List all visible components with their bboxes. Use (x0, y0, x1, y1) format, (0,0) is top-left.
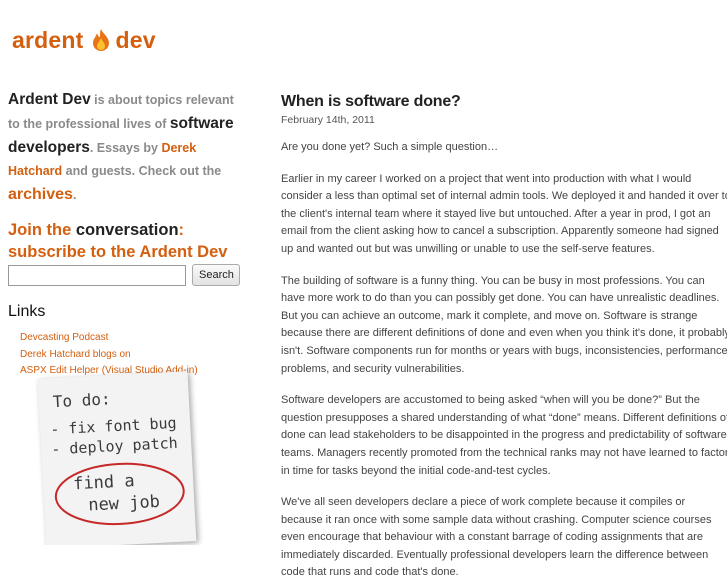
paragraph-line: because there are different definitions … (281, 327, 727, 340)
paragraph-line: question presupposes a shared understand… (281, 411, 727, 424)
site-logo[interactable]: ardent dev (12, 27, 156, 53)
todo-note: To do: - fix font bug - deploy patch fin… (37, 371, 197, 545)
post-paragraph-1: Earlier in my career I worked on a proje… (281, 171, 727, 259)
post-paragraph-3: Software developers are accustomed to be… (281, 392, 727, 480)
paragraph-line: isn't. Software components run for month… (281, 344, 727, 357)
todo-note-image: To do: - fix font bug - deploy patch fin… (30, 365, 223, 545)
sidebar: Ardent Dev is about topics relevant to t… (8, 88, 243, 285)
link-item: Derek Hatchard blogs on (20, 347, 198, 364)
search-form: Search (8, 264, 240, 286)
paragraph-line: problems, and security vulnerabilities. (281, 362, 465, 375)
post-paragraph-4: We've all seen developers declare a piec… (281, 494, 727, 582)
paragraph-line: because it ran once with some sample dat… (281, 513, 712, 526)
paragraph-line: have more work to do than you can possib… (281, 292, 720, 305)
link-devcasting[interactable]: Devcasting Podcast (20, 332, 108, 343)
site-intro: Ardent Dev is about topics relevant to t… (8, 88, 243, 207)
paragraph-line: even encourage that behaviour with a con… (281, 531, 703, 544)
note-line-5: new job (87, 491, 161, 516)
search-input[interactable] (8, 264, 186, 286)
paragraph-line: immediately discarded. Eventually profes… (281, 548, 709, 561)
blog-post: When is software done? February 14th, 20… (281, 93, 727, 582)
paragraph-line: The building of software is a funny thin… (281, 274, 705, 287)
links-heading: Links (8, 303, 46, 320)
logo-word-dev: dev (115, 26, 156, 53)
link-item: Devcasting Podcast (20, 330, 198, 347)
intro-text-3: and guests. Check out the (62, 164, 222, 178)
post-lead: Are you done yet? Such a simple question… (281, 141, 499, 153)
post-paragraph-2: The building of software is a funny thin… (281, 273, 727, 379)
paragraph-line: We've all seen developers declare a piec… (281, 496, 686, 509)
note-line-4: find a (72, 471, 136, 495)
post-title[interactable]: When is software done? (281, 93, 727, 111)
paragraph-line: Earlier in my career I worked on a proje… (281, 172, 692, 185)
post-date: February 14th, 2011 (281, 114, 375, 126)
intro-text-4: . (72, 188, 77, 202)
paragraph-line: the client's internal team where it stay… (281, 207, 711, 220)
paragraph-line: code that runs and code that's done. (281, 566, 459, 579)
search-button[interactable]: Search (192, 264, 240, 286)
intro-text-2: . Essays by (89, 141, 162, 155)
archives-link[interactable]: archives (8, 186, 73, 203)
paragraph-line: in time for tasks beyond the initial cod… (281, 464, 551, 477)
paragraph-line: consider a less than optimal set of inte… (281, 190, 727, 203)
join-text-2: conversation (75, 221, 179, 239)
flame-icon (92, 29, 109, 51)
logo-word-ardent: ardent (12, 26, 84, 53)
paragraph-line: teams. Managers recently promoted from t… (281, 446, 727, 459)
note-line-1: To do: (52, 389, 112, 412)
paragraph-line: done can lead stakeholders to be disappo… (281, 429, 727, 442)
join-text-1: Join the (8, 221, 76, 239)
paragraph-line: Software developers are accustomed to be… (281, 394, 700, 407)
link-derek-blogs[interactable]: Derek Hatchard blogs on (20, 349, 131, 360)
paragraph-line: But you can achieve an outcome, mark it … (281, 309, 698, 322)
paragraph-line: email from the client asking how to canc… (281, 225, 719, 238)
paragraph-line: up and wanted out but was unwilling or u… (281, 242, 655, 255)
brand-name: Ardent Dev (8, 91, 91, 108)
